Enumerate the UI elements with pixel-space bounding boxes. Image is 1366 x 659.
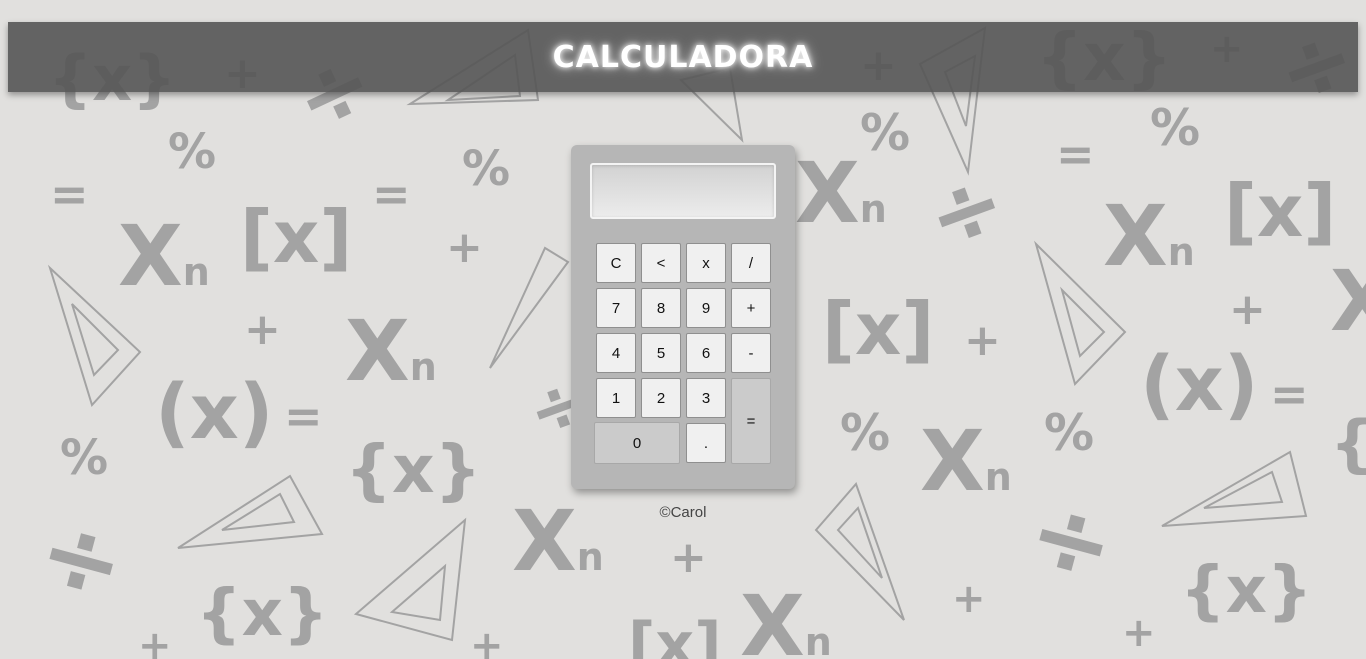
plus-symbol: + <box>1122 610 1156 656</box>
plus-symbol: + <box>244 304 281 355</box>
triangle-ruler <box>814 482 905 621</box>
digit-2-button[interactable]: 2 <box>641 378 681 418</box>
triangle-ruler <box>1161 450 1308 527</box>
footer-credit: ©Carol <box>659 504 707 521</box>
digit-0-button[interactable]: 0 <box>594 422 680 464</box>
plus-symbol: + <box>470 623 504 659</box>
decimal-button[interactable]: . <box>686 423 726 463</box>
paren-x-symbol: (x) <box>155 367 274 456</box>
x-n-symbol: X <box>1330 252 1366 350</box>
triangle-ruler-inner <box>836 506 883 579</box>
digit-5-button[interactable]: 5 <box>641 333 681 373</box>
digit-7-button[interactable]: 7 <box>596 288 636 328</box>
backspace-button[interactable]: < <box>641 243 681 283</box>
equals-button[interactable]: = <box>731 378 771 464</box>
divide-symbol: ÷ <box>26 491 137 626</box>
equals-symbol: = <box>50 167 89 221</box>
percent-symbol: % <box>1150 99 1200 157</box>
plus-symbol: + <box>138 623 172 659</box>
digit-6-button[interactable]: 6 <box>686 333 726 373</box>
triangle-ruler <box>353 517 467 642</box>
digit-8-button[interactable]: 8 <box>641 288 681 328</box>
minus-button[interactable]: - <box>731 333 771 373</box>
x-n-symbol: Xn <box>920 412 1012 510</box>
x-n-symbol: Xn <box>1103 187 1195 285</box>
braces-x-symbol: {x} <box>345 431 482 508</box>
equals-symbol: = <box>284 389 323 443</box>
digit-3-button[interactable]: 3 <box>686 378 726 418</box>
bracket-x-symbol: [x] <box>240 195 352 279</box>
paren-x-symbol: (x) <box>1140 339 1259 428</box>
plus-symbol: + <box>952 576 986 622</box>
x-n-symbol: Xn <box>345 302 437 400</box>
triangle-ruler-inner <box>1203 470 1284 509</box>
divide-button[interactable]: / <box>731 243 771 283</box>
multiply-button[interactable]: x <box>686 243 726 283</box>
digit-1-button[interactable]: 1 <box>596 378 636 418</box>
equals-symbol: = <box>1270 367 1309 421</box>
braces-x-symbol: {x} <box>196 577 328 651</box>
plus-button[interactable]: + <box>731 288 771 328</box>
divide-symbol: ÷ <box>1016 472 1127 607</box>
percent-symbol: % <box>60 430 108 486</box>
bracket-x-symbol: [x] <box>822 287 934 371</box>
plus-symbol: + <box>1229 284 1266 335</box>
equals-symbol: = <box>372 167 411 221</box>
bracket-x-symbol: [x] <box>1224 169 1336 253</box>
page-title: CALCULADORA <box>552 39 814 75</box>
calculator: C < x / 7 8 9 + 4 5 6 - 1 2 3 = 0 . <box>571 145 795 489</box>
bracket-x-symbol: [x] <box>628 610 722 659</box>
x-n-symbol: Xn <box>512 492 604 590</box>
digit-4-button[interactable]: 4 <box>596 333 636 373</box>
x-n-symbol: Xn <box>740 577 832 659</box>
percent-symbol: % <box>840 404 890 462</box>
plus-symbol: + <box>446 222 483 273</box>
braces-x-symbol: {x} <box>1330 407 1366 480</box>
percent-symbol: % <box>1044 404 1094 462</box>
plus-symbol: + <box>670 532 707 583</box>
percent-symbol: % <box>168 124 216 180</box>
braces-x-symbol: {x} <box>1180 554 1312 628</box>
percent-symbol: % <box>860 104 910 162</box>
triangle-ruler-inner <box>389 563 447 622</box>
clear-button[interactable]: C <box>596 243 636 283</box>
x-n-symbol: Xn <box>118 207 210 305</box>
equals-symbol: = <box>1056 127 1095 181</box>
digit-9-button[interactable]: 9 <box>686 288 726 328</box>
triangle-ruler-inner <box>1060 286 1106 358</box>
plus-symbol: + <box>964 315 1001 366</box>
app-header: CALCULADORA <box>8 22 1358 92</box>
percent-symbol: % <box>462 141 510 197</box>
calculator-display <box>590 163 776 219</box>
triangle-ruler <box>489 246 570 369</box>
